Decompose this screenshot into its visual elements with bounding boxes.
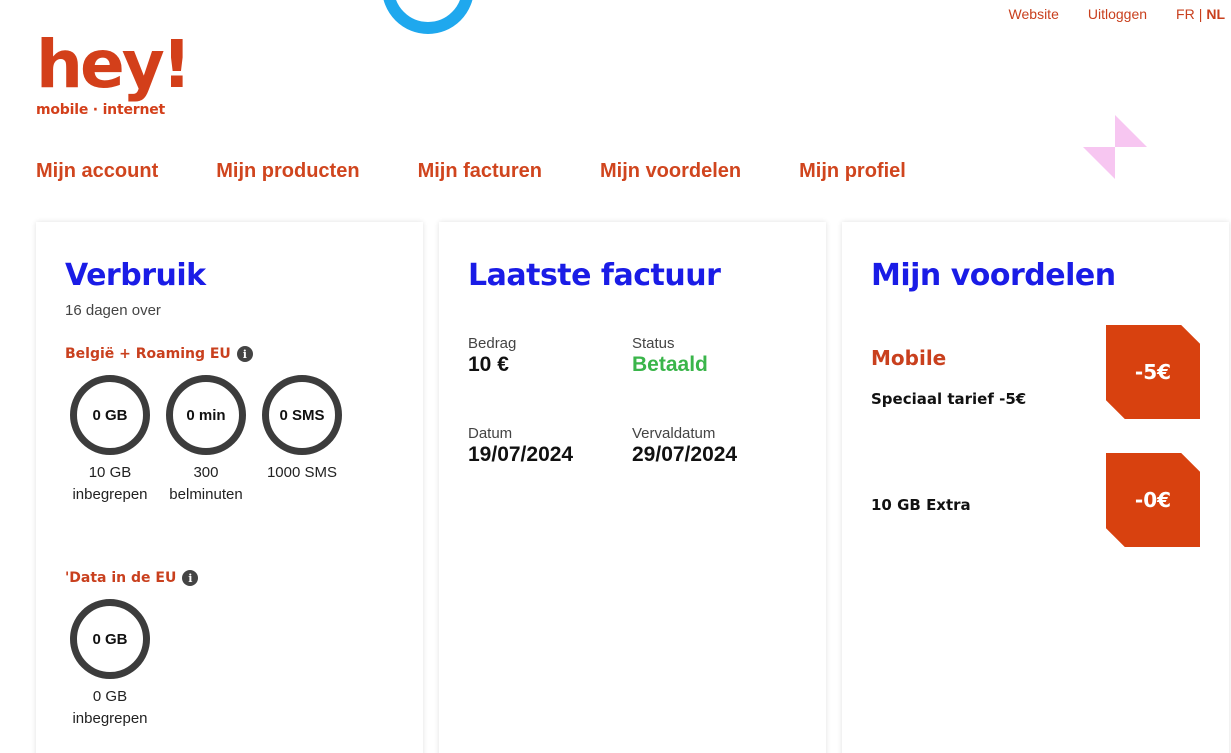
meter-caption-line: 1000 SMS: [266, 464, 338, 481]
data-meter: 0 GB 10 GB inbegrepen: [70, 375, 150, 506]
language-separator: |: [1198, 6, 1203, 22]
nav-mijn-voordelen[interactable]: Mijn voordelen: [600, 160, 741, 183]
minutes-meter: 0 min 300 belminuten: [166, 375, 246, 506]
latest-invoice-card[interactable]: Laatste factuur Bedrag 10 € Status Betaa…: [439, 222, 826, 753]
benefits-title: Mijn voordelen: [871, 258, 1116, 293]
benefit-category: Mobile: [871, 346, 947, 370]
benefit-item: Speciaal tarief -5€: [871, 390, 1026, 408]
benefits-card[interactable]: Mijn voordelen Mobile Speciaal tarief -5…: [842, 222, 1229, 753]
usage-meters-data-eu: 0 GB 0 GB inbegrepen: [70, 599, 150, 730]
days-remaining: 16 dagen over: [65, 302, 161, 319]
logo-tagline: mobile · internet: [36, 102, 165, 118]
meter-caption-line: 300: [193, 464, 219, 481]
meter-caption-line: 0 GB: [92, 688, 128, 705]
benefit-name: Speciaal tarief -5€: [871, 390, 1027, 408]
website-link[interactable]: Website: [1009, 6, 1059, 22]
meter-ring: 0 min: [166, 375, 246, 455]
invoice-due-date: Vervaldatum 29/07/2024: [632, 425, 737, 467]
field-label: Vervaldatum: [632, 425, 716, 442]
meter-caption: 300 belminuten: [169, 462, 242, 506]
usage-section-belgium-roaming: België + Roaming EU i: [65, 346, 253, 362]
field-value: 29/07/2024: [632, 443, 738, 466]
field-value: 19/07/2024: [468, 443, 574, 466]
benefit-item: Mobile: [871, 346, 946, 370]
field-label: Bedrag: [468, 335, 517, 352]
language-fr-link[interactable]: FR: [1176, 6, 1195, 22]
nav-mijn-facturen[interactable]: Mijn facturen: [418, 160, 542, 183]
usage-section-data-eu: 'Data in de EU i: [65, 570, 199, 586]
invoice-date: Datum 19/07/2024: [468, 425, 573, 467]
brand-logo[interactable]: hey! mobile · internet: [36, 26, 192, 119]
meter-caption: 1000 SMS: [267, 462, 337, 484]
logo-wordmark: hey!: [36, 26, 192, 103]
meter-ring: 0 GB: [70, 375, 150, 455]
meter-caption: 10 GB inbegrepen: [72, 462, 147, 506]
logout-link[interactable]: Uitloggen: [1088, 6, 1147, 22]
field-value: 10 €: [468, 353, 509, 376]
invoice-amount: Bedrag 10 €: [468, 335, 516, 377]
nav-mijn-producten[interactable]: Mijn producten: [216, 160, 359, 183]
meter-caption-line: inbegrepen: [72, 486, 148, 503]
meter-caption-line: 10 GB: [88, 464, 132, 481]
field-label: Status: [632, 335, 675, 352]
benefit-name: 10 GB Extra: [871, 496, 971, 514]
benefit-item: 10 GB Extra: [871, 496, 971, 514]
field-label: Datum: [468, 425, 513, 442]
discount-badge: -5€: [1106, 325, 1200, 419]
status-badge: Betaald: [632, 353, 708, 376]
decorative-bowtie-shape: [1083, 115, 1147, 179]
meter-ring: 0 GB: [70, 599, 150, 679]
meter-ring: 0 SMS: [262, 375, 342, 455]
sms-meter: 0 SMS 1000 SMS: [262, 375, 342, 506]
usage-card: Verbruik 16 dagen over België + Roaming …: [36, 222, 423, 753]
invoice-title: Laatste factuur: [468, 258, 721, 293]
meter-caption-line: inbegrepen: [72, 710, 148, 727]
nav-mijn-account[interactable]: Mijn account: [36, 160, 158, 183]
language-nl-link[interactable]: NL: [1206, 6, 1225, 22]
meter-caption-line: belminuten: [169, 486, 243, 503]
eu-data-meter: 0 GB 0 GB inbegrepen: [70, 599, 150, 730]
section-label-text: 'Data in de EU: [65, 570, 177, 586]
decorative-ring: [382, 0, 474, 34]
nav-mijn-profiel[interactable]: Mijn profiel: [799, 160, 906, 183]
section-label-text: België + Roaming EU: [65, 346, 231, 362]
invoice-status: Status Betaald: [632, 335, 708, 377]
discount-badge: -0€: [1106, 453, 1200, 547]
meter-caption: 0 GB inbegrepen: [72, 686, 147, 730]
info-icon[interactable]: i: [236, 346, 253, 362]
usage-title: Verbruik: [65, 258, 206, 293]
main-navigation: Mijn account Mijn producten Mijn facture…: [36, 160, 906, 183]
info-icon[interactable]: i: [182, 570, 199, 586]
usage-meters-belgium: 0 GB 10 GB inbegrepen 0 min 300 belminut…: [70, 375, 342, 506]
top-links: Website Uitloggen FR | NL: [1009, 6, 1225, 22]
